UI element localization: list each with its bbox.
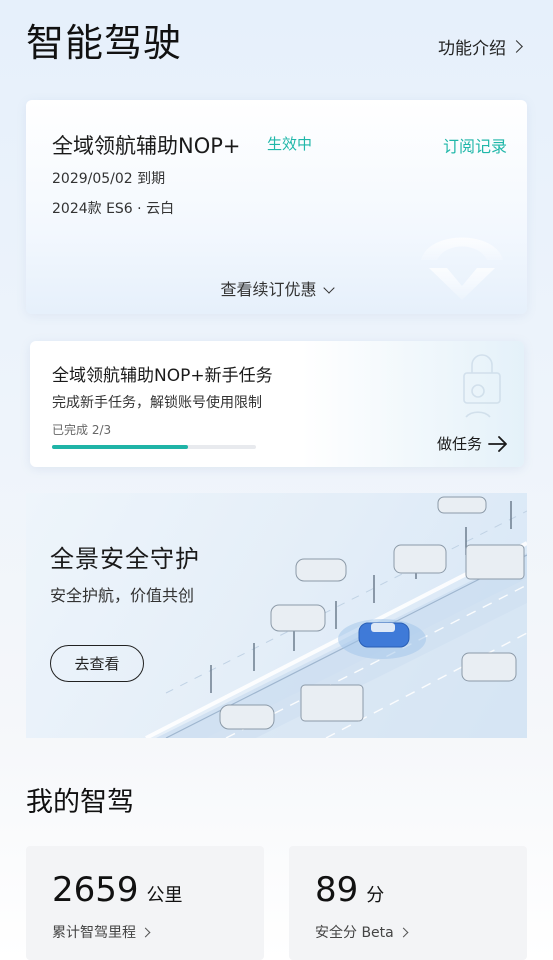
safety-score-stat-card[interactable]: 89 分 安全分 Beta	[289, 846, 527, 960]
chevron-right-icon	[398, 927, 409, 937]
traffic-illustration	[145, 496, 527, 738]
vehicle-model: 2024款 ES6 · 云白	[52, 201, 175, 217]
renewal-offers-label: 查看续订优惠	[220, 280, 317, 299]
beginner-task-card[interactable]: 全域领航辅助NOP+新手任务 完成新手任务，解锁账号使用限制 已完成 2/3 做…	[30, 341, 524, 467]
subscription-card: 全域领航辅助NOP+ 生效中 订阅记录 2029/05/02 到期 2024款 …	[26, 100, 527, 314]
unlock-user-icon	[463, 354, 501, 418]
chevron-right-icon	[510, 40, 523, 53]
renewal-offers-link[interactable]: 查看续订优惠	[26, 276, 527, 300]
mileage-label: 累计智驾里程	[52, 925, 136, 941]
task-progress-text: 已完成 2/3	[52, 423, 112, 437]
subscription-title: 全域领航辅助NOP+	[52, 134, 241, 158]
view-safety-button[interactable]: 去查看	[50, 645, 144, 682]
feature-intro-label: 功能介绍	[438, 39, 506, 59]
safety-score-value-row: 89 分	[315, 870, 384, 910]
header: 智能驾驶 功能介绍	[0, 0, 553, 90]
task-progress-bar	[52, 445, 256, 449]
mileage-value: 2659	[52, 870, 139, 910]
mileage-unit: 公里	[146, 885, 183, 906]
do-task-label: 做任务	[436, 435, 482, 453]
feature-intro-link[interactable]: 功能介绍	[438, 34, 523, 59]
do-task-button[interactable]: 做任务	[437, 433, 508, 454]
my-driving-section-title: 我的智驾	[26, 787, 134, 818]
mileage-value-row: 2659 公里	[52, 870, 183, 910]
subscription-status-badge: 生效中	[267, 135, 313, 153]
mileage-label-row: 累计智驾里程	[52, 922, 151, 942]
safety-protection-banner[interactable]: 全景安全守护 安全护航，价值共创 去查看	[26, 493, 527, 738]
safety-title: 全景安全守护	[50, 545, 200, 573]
page-title: 智能驾驶	[26, 21, 183, 65]
task-description: 完成新手任务，解锁账号使用限制	[52, 395, 262, 411]
task-title: 全域领航辅助NOP+新手任务	[52, 366, 273, 386]
task-progress-fill	[52, 445, 189, 449]
arrow-right-icon	[488, 435, 507, 452]
safety-subtitle: 安全护航，价值共创	[50, 586, 195, 605]
chevron-down-icon	[322, 282, 335, 294]
safety-score-label: 安全分 Beta	[315, 925, 394, 941]
safety-score-value: 89	[315, 870, 359, 910]
safety-score-unit: 分	[366, 885, 385, 906]
subscription-expiry: 2029/05/02 到期	[52, 171, 166, 187]
subscription-records-link[interactable]: 订阅记录	[443, 133, 507, 157]
mileage-stat-card[interactable]: 2659 公里 累计智驾里程	[26, 846, 264, 960]
safety-score-label-row: 安全分 Beta	[315, 922, 409, 942]
chevron-right-icon	[140, 927, 151, 937]
